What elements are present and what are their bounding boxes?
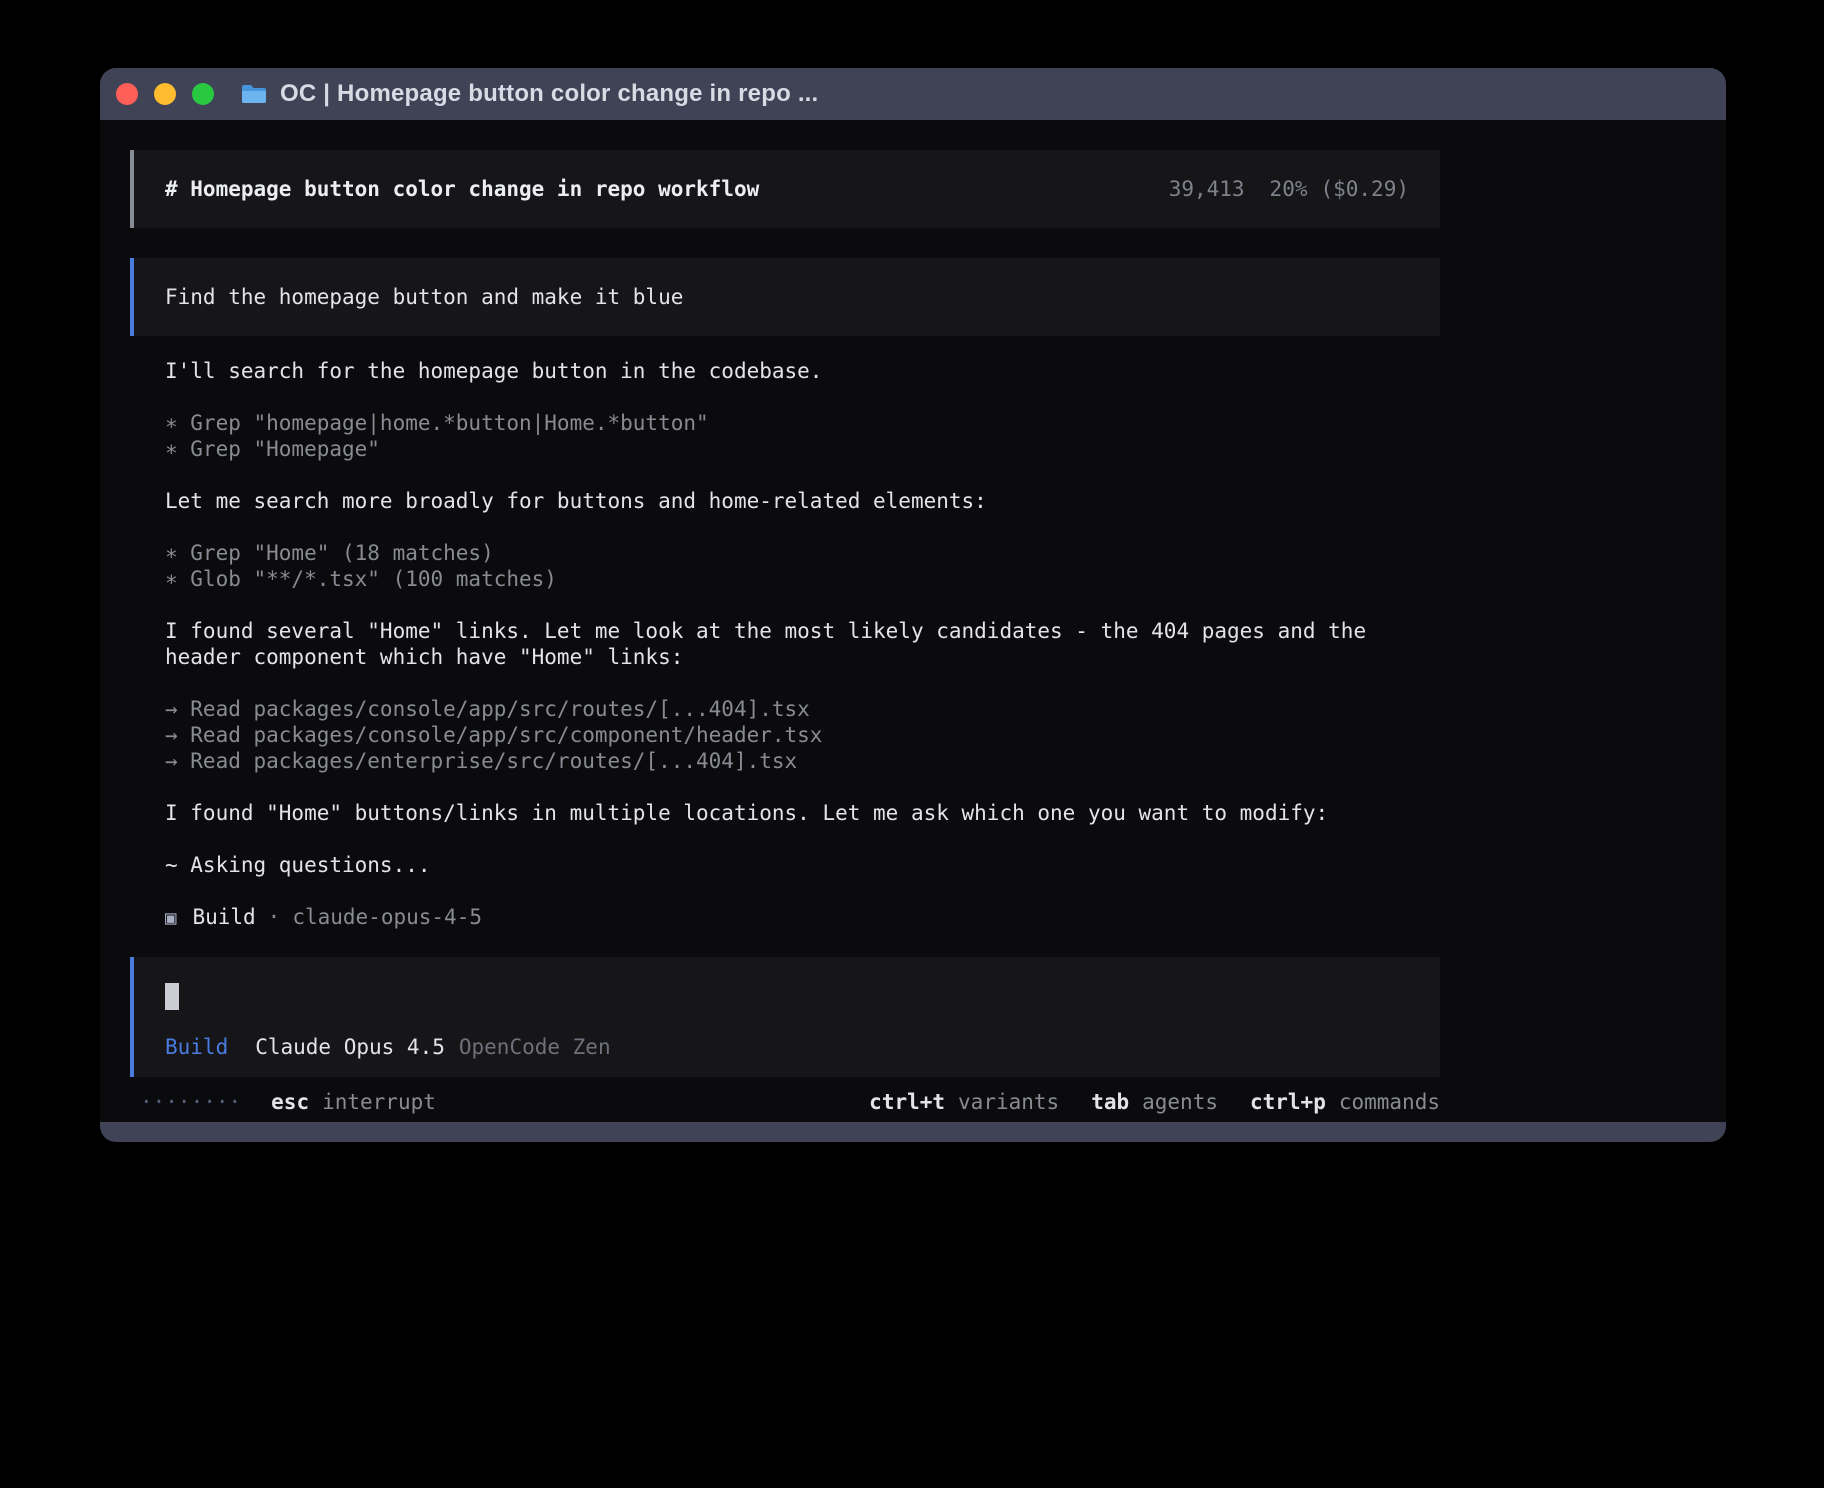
session-title: # Homepage button color change in repo w…: [165, 176, 759, 202]
hint-label: agents: [1142, 1089, 1218, 1115]
minimize-button[interactable]: [154, 83, 176, 105]
hint-key: tab: [1091, 1089, 1129, 1115]
agent-icon: ▣: [165, 905, 176, 931]
asking-questions-status: ~ Asking questions...: [165, 852, 1440, 878]
status-bar: ········ esc interrupt ctrl+t variants t…: [130, 1089, 1440, 1115]
status-bar-left: ········ esc interrupt: [140, 1089, 436, 1115]
user-message-text: Find the homepage button and make it blu…: [165, 284, 1409, 310]
tool-call-group: → Read packages/console/app/src/routes/[…: [165, 696, 1440, 774]
assistant-text-line: header component which have "Home" links…: [165, 644, 1440, 670]
tool-call-line: → Read packages/enterprise/src/routes/[.…: [165, 748, 1440, 774]
spinner-dots-icon: ········: [140, 1089, 241, 1115]
tool-call-line: ∗ Glob "**/*.tsx" (100 matches): [165, 566, 1440, 592]
input-text-line[interactable]: [165, 983, 1409, 1010]
text-cursor: [165, 983, 179, 1010]
hint-label: variants: [958, 1089, 1059, 1115]
terminal-window: OC | Homepage button color change in rep…: [100, 68, 1726, 1142]
window-bottom-chrome: [100, 1122, 1726, 1142]
hint-commands: ctrl+p commands: [1250, 1089, 1440, 1115]
hint-key: esc: [271, 1089, 309, 1115]
agent-model: claude-opus-4-5: [292, 904, 482, 930]
prompt-input[interactable]: Build Claude Opus 4.5 OpenCode Zen: [130, 957, 1440, 1077]
tool-call-line: ∗ Grep "Homepage": [165, 436, 1440, 462]
assistant-transcript: I'll search for the homepage button in t…: [165, 358, 1440, 957]
hint-key: ctrl+t: [869, 1089, 945, 1115]
tool-call-line: ∗ Grep "Home" (18 matches): [165, 540, 1440, 566]
assistant-text-line: I'll search for the homepage button in t…: [165, 358, 1440, 384]
assistant-text-line: I found "Home" buttons/links in multiple…: [165, 800, 1440, 826]
close-button[interactable]: [116, 83, 138, 105]
agent-status-row: ▣ Build · claude-opus-4-5: [165, 904, 1440, 931]
tool-call-group: ∗ Grep "homepage|home.*button|Home.*butt…: [165, 410, 1440, 462]
status-bar-right: ctrl+t variants tab agents ctrl+p comman…: [837, 1089, 1440, 1115]
hint-label: commands: [1339, 1089, 1440, 1115]
separator-dot-icon: ·: [268, 904, 281, 930]
provider-label: OpenCode Zen: [459, 1034, 611, 1061]
assistant-status-group: ~ Asking questions...: [165, 852, 1440, 878]
session-header: # Homepage button color change in repo w…: [130, 150, 1440, 228]
hint-variants: ctrl+t variants: [869, 1089, 1059, 1115]
session-cost: ($0.29): [1320, 176, 1409, 202]
assistant-text-line: I found several "Home" links. Let me loo…: [165, 618, 1440, 644]
zoom-button[interactable]: [192, 83, 214, 105]
agent-mode-label: Build: [165, 1034, 228, 1061]
terminal-content: # Homepage button color change in repo w…: [100, 120, 1726, 1122]
hint-label: interrupt: [322, 1089, 436, 1115]
assistant-text-group: I'll search for the homepage button in t…: [165, 358, 1440, 384]
assistant-text-group: Let me search more broadly for buttons a…: [165, 488, 1440, 514]
hint-agents: tab agents: [1091, 1089, 1218, 1115]
agent-name: Build: [192, 904, 255, 930]
context-percent: 20%: [1270, 176, 1308, 202]
tool-call-line: ∗ Grep "homepage|home.*button|Home.*butt…: [165, 410, 1440, 436]
session-stats: 39,413 20% ($0.29): [1169, 176, 1409, 202]
user-message: Find the homepage button and make it blu…: [130, 258, 1440, 336]
assistant-text-group: I found several "Home" links. Let me loo…: [165, 618, 1440, 670]
tool-call-group: ∗ Grep "Home" (18 matches) ∗ Glob "**/*.…: [165, 540, 1440, 592]
window-controls: [116, 83, 214, 105]
window-titlebar[interactable]: OC | Homepage button color change in rep…: [100, 68, 1726, 120]
model-label: Claude Opus 4.5: [255, 1034, 445, 1061]
assistant-text-group: I found "Home" buttons/links in multiple…: [165, 800, 1440, 826]
hint-key: ctrl+p: [1250, 1089, 1326, 1115]
window-title: OC | Homepage button color change in rep…: [280, 80, 818, 108]
input-meta-row: Build Claude Opus 4.5 OpenCode Zen: [165, 1034, 1409, 1061]
tool-call-line: → Read packages/console/app/src/routes/[…: [165, 696, 1440, 722]
hint-interrupt: esc interrupt: [271, 1089, 436, 1115]
tool-call-line: → Read packages/console/app/src/componen…: [165, 722, 1440, 748]
token-count: 39,413: [1169, 176, 1245, 202]
assistant-text-line: Let me search more broadly for buttons a…: [165, 488, 1440, 514]
folder-icon: [240, 83, 268, 105]
